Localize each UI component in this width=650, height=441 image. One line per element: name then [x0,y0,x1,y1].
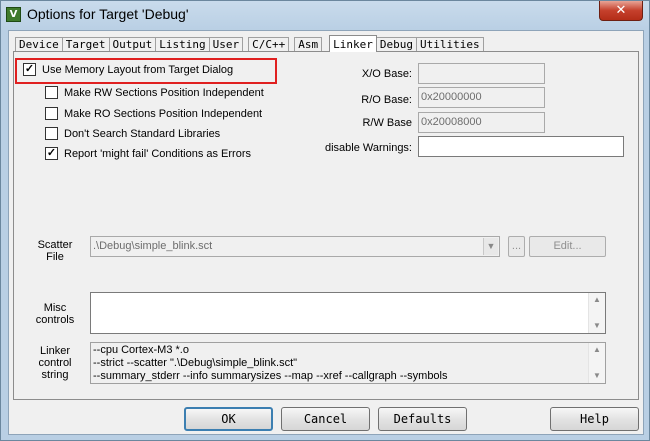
tab-user[interactable]: User [208,37,244,52]
tab-utilities[interactable]: Utilities [415,37,484,52]
cancel-button[interactable]: Cancel [281,407,370,431]
scroll-up-icon[interactable]: ▲ [589,343,605,357]
linker-control-line: --cpu Cortex-M3 *.o [93,344,189,356]
checkbox-row-use-memory-layout[interactable]: ✓ Use Memory Layout from Target Dialog [23,63,233,76]
checkbox-dont-search-libraries[interactable] [45,127,58,140]
checkbox-row-rw-position-independent[interactable]: Make RW Sections Position Independent [45,86,264,99]
linker-control-string-box: --cpu Cortex-M3 *.o --strict --scatter "… [90,342,606,384]
scatter-file-select: .\Debug\simple_blink.sct ▼ [90,236,500,257]
ok-button[interactable]: OK [184,407,273,431]
dialog-client-area: Device Target Output Listing User C/C++ Asm Lin… [8,30,644,435]
tab-c-cpp[interactable]: C/C++ [248,37,290,52]
tab-linker[interactable]: Linker [329,35,377,52]
keil-app-icon: V [6,7,21,22]
disable-warnings-label: disable Warnings: [324,142,412,154]
rw-base-label: R/W Base [362,117,412,129]
scatter-edit-button: Edit... [529,236,606,257]
linker-control-line: --summary_stderr --info summarysizes --m… [93,370,448,382]
checkbox-label: Use Memory Layout from Target Dialog [42,63,234,76]
misc-scrollbar[interactable]: ▲ ▼ [588,293,605,333]
tab-device[interactable]: Device [15,37,63,52]
help-button[interactable]: Help [550,407,639,431]
ro-base-label: R/O Base: [361,94,412,106]
linker-control-line: --strict --scatter ".\Debug\simple_blink… [93,357,298,369]
scatter-file-value: .\Debug\simple_blink.sct [93,240,213,252]
scroll-down-icon[interactable]: ▼ [589,369,605,383]
checkbox-label: Make RO Sections Position Independent [64,107,263,120]
rw-base-field: 0x20008000 [418,112,545,133]
checkbox-label: Make RW Sections Position Independent [64,86,264,99]
disable-warnings-input[interactable] [418,136,624,157]
tab-target[interactable]: Target [61,37,110,52]
checkbox-ro-position-independent[interactable] [45,107,58,120]
chevron-down-icon: ▼ [483,238,498,255]
linker-control-scrollbar[interactable]: ▲ ▼ [588,343,605,383]
checkbox-label: Don't Search Standard Libraries [64,127,221,140]
tab-asm[interactable]: Asm [294,37,323,52]
tab-listing[interactable]: Listing [155,37,210,52]
checkbox-rw-position-independent[interactable] [45,86,58,99]
checkbox-label: Report 'might fail' Conditions as Errors [64,147,251,160]
linker-tab-panel: ✓ Use Memory Layout from Target Dialog M… [13,51,639,400]
scroll-up-icon[interactable]: ▲ [589,293,605,307]
checkbox-row-dont-search-libraries[interactable]: Don't Search Standard Libraries [45,127,220,140]
linker-control-string-label: Linker control string [38,345,72,381]
tab-strip: Device Target Output Listing User C/C++ Asm Lin… [15,35,484,52]
checkbox-might-fail-errors[interactable]: ✓ [45,147,58,160]
checkbox-use-memory-layout[interactable]: ✓ [23,63,36,76]
tab-debug[interactable]: Debug [375,37,417,52]
checkbox-row-ro-position-independent[interactable]: Make RO Sections Position Independent [45,107,262,120]
scatter-file-label: Scatter File [37,239,73,263]
scatter-browse-button: ... [508,236,525,257]
title-bar[interactable]: V Options for Target 'Debug' ✕ [1,1,649,29]
scroll-down-icon[interactable]: ▼ [589,319,605,333]
window-title: Options for Target 'Debug' [27,6,189,22]
misc-controls-input[interactable]: ▲ ▼ [90,292,606,334]
ro-base-field: 0x20000000 [418,87,545,108]
xo-base-label: X/O Base: [361,68,412,80]
checkbox-row-might-fail-errors[interactable]: ✓ Report 'might fail' Conditions as Erro… [45,147,251,160]
close-button[interactable]: ✕ [599,1,643,21]
defaults-button[interactable]: Defaults [378,407,467,431]
misc-controls-label: Misc controls [35,302,75,326]
tab-output[interactable]: Output [108,37,157,52]
xo-base-field [418,63,545,84]
options-dialog: V Options for Target 'Debug' ✕ Device Tar… [0,0,650,441]
